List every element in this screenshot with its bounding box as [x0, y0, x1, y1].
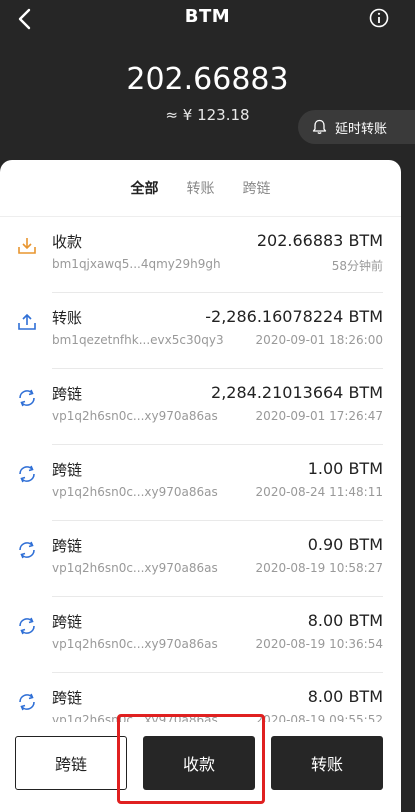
cross-chain-icon	[19, 693, 35, 711]
transaction-amount: 202.66883 BTM	[256, 231, 383, 250]
filter-tabs: 全部 转账 跨链	[0, 178, 401, 202]
transaction-list: 收款 bm1qjxawq5...4qmy29h9gh 202.66883 BTM…	[0, 217, 401, 749]
transaction-address: vp1q2h6sn0c...xy970a86as	[52, 409, 218, 423]
delay-transfer-label: 延时转账	[335, 121, 388, 137]
info-icon	[369, 8, 389, 28]
page-title: BTM	[184, 6, 231, 27]
transaction-amount: 2,284.21013664 BTM	[211, 383, 383, 402]
transaction-type: 跨链	[52, 689, 83, 707]
transaction-row[interactable]: 跨链 vp1q2h6sn0c...xy970a86as 8.00 BTM 202…	[0, 597, 401, 673]
transaction-type: 跨链	[52, 613, 83, 631]
transaction-type: 跨链	[52, 461, 83, 479]
transaction-time: 2020-08-19 10:36:54	[255, 637, 383, 651]
transaction-time: 2020-08-19 10:58:27	[255, 561, 383, 575]
transaction-type: 收款	[52, 233, 83, 251]
transaction-amount: 8.00 BTM	[307, 611, 383, 630]
transactions-card: 全部 转账 跨链 收款 bm1qjxawq5...4qmy29h9gh 202.…	[0, 160, 401, 812]
bell-icon	[312, 119, 327, 134]
cross-chain-icon	[19, 541, 35, 559]
transaction-row[interactable]: 跨链 vp1q2h6sn0c...xy970a86as 1.00 BTM 202…	[0, 445, 401, 521]
background-strip	[401, 150, 415, 812]
cross-chain-icon	[19, 389, 35, 407]
cross-chain-icon	[19, 465, 35, 483]
header: BTM 202.66883 ≈ ¥ 123.18 延时转账	[0, 0, 415, 160]
transaction-address: bm1qjxawq5...4qmy29h9gh	[52, 257, 221, 271]
tab-cross-chain[interactable]: 跨链	[243, 178, 271, 202]
transaction-row[interactable]: 收款 bm1qjxawq5...4qmy29h9gh 202.66883 BTM…	[0, 217, 401, 293]
transaction-time: 58分钟前	[331, 259, 383, 273]
transaction-type: 跨链	[52, 537, 83, 555]
receive-button[interactable]: 收款	[143, 736, 255, 790]
delay-transfer-button[interactable]: 延时转账	[298, 110, 415, 144]
transaction-time: 2020-09-01 17:26:47	[255, 409, 383, 423]
transaction-type: 跨链	[52, 385, 83, 403]
transaction-address: vp1q2h6sn0c...xy970a86as	[52, 561, 218, 575]
send-button[interactable]: 转账	[271, 736, 383, 790]
transaction-type: 转账	[52, 309, 83, 327]
transaction-address: vp1q2h6sn0c...xy970a86as	[52, 637, 218, 651]
transaction-row[interactable]: 转账 bm1qezetnfhk...evx5c30qy3 -2,286.1607…	[0, 293, 401, 369]
info-button[interactable]	[367, 6, 391, 30]
transaction-amount: -2,286.16078224 BTM	[205, 307, 383, 326]
tab-transfer[interactable]: 转账	[187, 178, 215, 202]
receive-icon	[18, 238, 36, 254]
transaction-amount: 0.90 BTM	[307, 535, 383, 554]
transaction-address: bm1qezetnfhk...evx5c30qy3	[52, 333, 224, 347]
bottom-action-bar: 跨链 收款 转账	[0, 722, 401, 812]
transaction-row[interactable]: 跨链 vp1q2h6sn0c...xy970a86as 0.90 BTM 202…	[0, 521, 401, 597]
balance-amount: 202.66883	[126, 62, 289, 97]
transaction-amount: 8.00 BTM	[307, 687, 383, 706]
cross-chain-button[interactable]: 跨链	[15, 736, 127, 790]
send-icon	[18, 313, 36, 330]
transaction-time: 2020-09-01 18:26:00	[255, 333, 383, 347]
transaction-address: vp1q2h6sn0c...xy970a86as	[52, 485, 218, 499]
cross-chain-icon	[19, 617, 35, 635]
transaction-time: 2020-08-24 11:48:11	[255, 485, 383, 499]
transaction-amount: 1.00 BTM	[307, 459, 383, 478]
transaction-row[interactable]: 跨链 vp1q2h6sn0c...xy970a86as 2,284.210136…	[0, 369, 401, 445]
tab-all[interactable]: 全部	[131, 178, 159, 202]
